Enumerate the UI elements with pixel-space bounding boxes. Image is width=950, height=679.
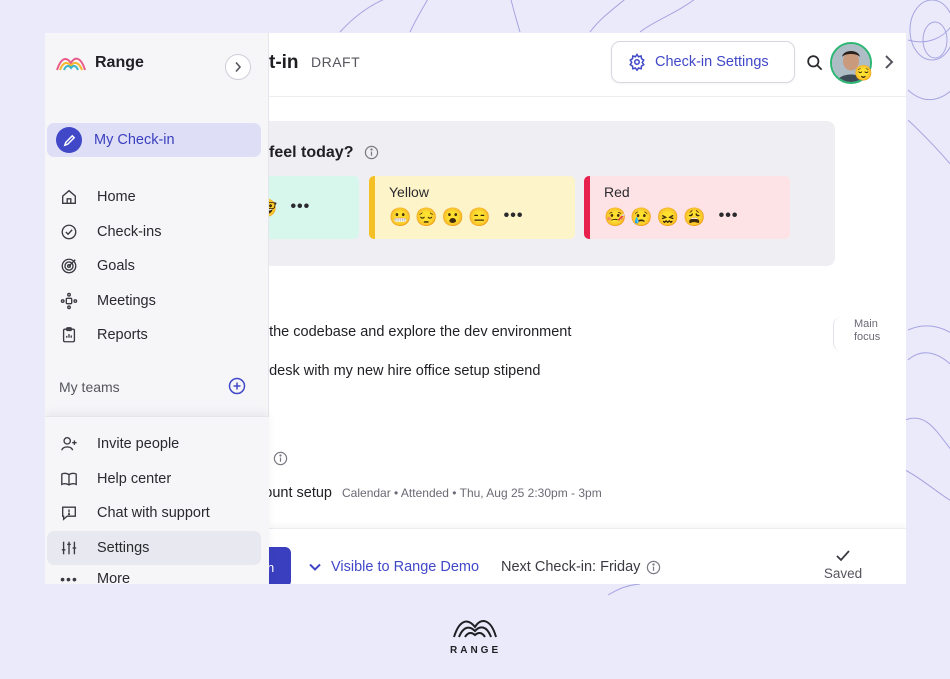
collapse-sidebar-button[interactable] xyxy=(225,54,251,80)
add-team-icon[interactable] xyxy=(228,377,246,395)
sidebar-item-meetings[interactable]: Meetings xyxy=(59,287,259,315)
main-content: t-in DRAFT Check-in Settings 😌 feel toda… xyxy=(209,33,906,584)
sidebar-item-chat-support[interactable]: Chat with support xyxy=(59,499,259,527)
main-focus-badge[interactable]: Main focus xyxy=(833,317,893,351)
sidebar-item-more[interactable]: ••• More xyxy=(59,569,130,584)
check-circle-icon xyxy=(59,222,79,242)
home-icon xyxy=(59,187,79,207)
checkin-settings-button[interactable]: Check-in Settings xyxy=(611,41,795,83)
sidebar: Range My Check-in Home Check-ins Goals M… xyxy=(45,33,269,584)
search-button[interactable] xyxy=(803,51,825,73)
plan-item-1[interactable]: h the codebase and explore the dev envir… xyxy=(257,324,571,340)
add-person-icon xyxy=(59,434,79,454)
yellow-more[interactable]: ••• xyxy=(504,207,524,224)
footer-logo-text: RANGE xyxy=(450,645,502,656)
brand-name: Range xyxy=(95,54,144,71)
clipboard-icon xyxy=(59,325,79,345)
chevron-right-icon xyxy=(235,61,242,73)
sidebar-item-help-center[interactable]: Help center xyxy=(59,465,259,493)
green-more[interactable]: ••• xyxy=(290,198,310,215)
saved-status: Saved xyxy=(821,549,865,581)
app-window: t-in DRAFT Check-in Settings 😌 feel toda… xyxy=(45,33,906,584)
chevron-right-icon xyxy=(885,55,894,69)
sidebar-item-label: Reports xyxy=(97,327,148,343)
gear-icon xyxy=(629,53,645,71)
sidebar-item-label: More xyxy=(97,571,131,584)
info-icon[interactable] xyxy=(646,560,661,575)
sidebar-bottom-menu: Invite people Help center Chat with supp… xyxy=(45,416,269,584)
page-title: t-in xyxy=(269,52,299,73)
sidebar-item-label: Check-ins xyxy=(97,224,162,240)
expand-panel-button[interactable] xyxy=(879,51,899,73)
sidebar-item-checkins[interactable]: Check-ins xyxy=(59,218,259,246)
sidebar-item-invite-people[interactable]: Invite people xyxy=(59,430,259,458)
red-more[interactable]: ••• xyxy=(719,207,739,224)
chat-icon xyxy=(59,503,79,523)
red-emoji-list[interactable]: 🤒😢😖😩 xyxy=(604,207,710,227)
sliders-icon xyxy=(59,538,79,558)
next-checkin-label: Next Check-in: Friday xyxy=(501,559,641,575)
sidebar-item-goals[interactable]: Goals xyxy=(59,252,259,280)
status-emoji: 😌 xyxy=(854,65,873,82)
sidebar-item-label: Help center xyxy=(97,471,172,487)
yellow-emoji-list[interactable]: 😬😔😮😑 xyxy=(389,207,495,227)
check-icon xyxy=(836,550,850,562)
visibility-dropdown[interactable]: Visible to Range Demo xyxy=(309,559,479,575)
sidebar-item-label: Meetings xyxy=(97,293,156,309)
my-teams-heading: My teams xyxy=(59,379,120,395)
sidebar-item-label: Settings xyxy=(97,540,150,556)
sidebar-item-label: Chat with support xyxy=(97,505,210,521)
mood-option-yellow[interactable]: Yellow 😬😔😮😑 ••• xyxy=(369,176,575,239)
mood-question: feel today? xyxy=(269,144,379,162)
sidebar-item-my-checkin[interactable]: My Check-in xyxy=(47,123,261,157)
yellow-emojis: 😬😔😮😑 ••• xyxy=(389,207,575,228)
sidebar-item-label: Goals xyxy=(97,258,135,274)
mood-card: feel today? 🤓 ••• Yellow 😬😔😮😑 ••• Red xyxy=(209,121,835,266)
info-icon[interactable] xyxy=(364,145,379,160)
meetings-icon xyxy=(59,291,79,311)
main-focus-line-1: Main xyxy=(854,318,878,330)
sidebar-item-label: My Check-in xyxy=(94,132,175,148)
main-focus-line-2: focus xyxy=(854,331,881,343)
range-mountain-logo-icon xyxy=(453,620,497,638)
calendar-item-meta: Calendar • Attended • Thu, Aug 25 2:30pm… xyxy=(342,486,602,500)
mood-red-label: Red xyxy=(604,184,630,200)
footer-logo: RANGE xyxy=(450,613,500,656)
sidebar-item-label: Invite people xyxy=(97,436,180,452)
visibility-label: Visible to Range Demo xyxy=(331,559,480,575)
sidebar-item-reports[interactable]: Reports xyxy=(59,321,259,349)
sidebar-item-home[interactable]: Home xyxy=(59,183,259,211)
draft-status: DRAFT xyxy=(311,54,361,70)
checkin-settings-label: Check-in Settings xyxy=(655,54,769,70)
sidebar-item-label: Home xyxy=(97,189,136,205)
mood-option-red[interactable]: Red 🤒😢😖😩 ••• xyxy=(584,176,790,239)
mood-question-text: feel today? xyxy=(269,144,354,161)
next-checkin: Next Check-in: Friday xyxy=(501,559,661,575)
plan-item-2[interactable]: g desk with my new hire office setup sti… xyxy=(257,363,540,379)
chevron-down-icon xyxy=(309,563,321,571)
target-icon xyxy=(59,256,79,276)
pencil-icon xyxy=(56,127,82,153)
checkin-footer: n Visible to Range Demo Next Check-in: F… xyxy=(249,528,906,584)
sidebar-item-settings[interactable]: Settings xyxy=(59,534,259,562)
brand[interactable]: Range xyxy=(55,53,144,73)
range-logo-icon xyxy=(56,57,86,71)
search-icon xyxy=(806,54,822,70)
calendar-item[interactable]: count setup Calendar • Attended • Thu, A… xyxy=(257,485,602,501)
saved-label: Saved xyxy=(823,566,863,581)
more-icon: ••• xyxy=(60,571,78,584)
mood-yellow-label: Yellow xyxy=(389,184,429,200)
top-bar: t-in DRAFT Check-in Settings 😌 xyxy=(269,33,906,97)
book-icon xyxy=(59,469,79,489)
red-emojis: 🤒😢😖😩 ••• xyxy=(604,207,790,228)
info-icon[interactable] xyxy=(273,451,288,466)
